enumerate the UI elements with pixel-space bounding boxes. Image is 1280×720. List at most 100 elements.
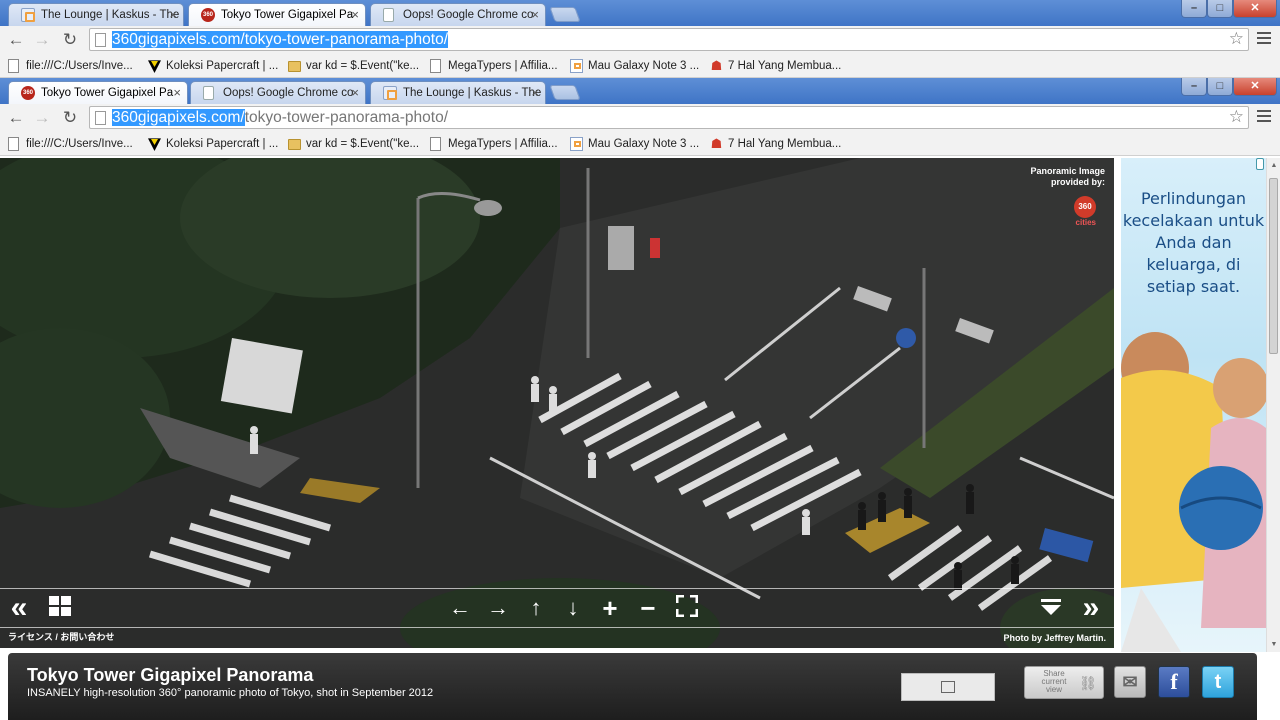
tab-kaskus[interactable]: The Lounge | Kaskus - The × bbox=[370, 81, 546, 104]
person-icon: ☗ bbox=[710, 136, 723, 151]
close-window-button[interactable]: ✕ bbox=[1233, 0, 1277, 18]
zoom-in-icon[interactable]: + bbox=[598, 595, 622, 621]
email-share-icon[interactable]: ✉ bbox=[1114, 666, 1146, 698]
url-text[interactable]: 360gigapixels.com/tokyo-tower-panorama-p… bbox=[112, 30, 449, 50]
address-bar[interactable]: 360gigapixels.com/tokyo-tower-panorama-p… bbox=[89, 106, 1249, 129]
bookmark-galaxy[interactable]: Mau Galaxy Note 3 ... bbox=[570, 136, 699, 152]
reload-icon[interactable]: ↻ bbox=[60, 30, 80, 50]
bookmark-papercraft[interactable]: Koleksi Papercraft | ... bbox=[148, 136, 278, 152]
panorama-viewer[interactable]: Panoramic Image provided by: 360 cities … bbox=[0, 158, 1114, 648]
close-icon[interactable]: × bbox=[169, 4, 177, 26]
tab-tokyo-tower[interactable]: 360 Tokyo Tower Gigapixel Pa × bbox=[188, 3, 366, 26]
kaskus-icon bbox=[570, 137, 583, 151]
close-icon[interactable]: × bbox=[531, 82, 539, 104]
tab-oops-chrome[interactable]: Oops! Google Chrome co × bbox=[370, 3, 546, 26]
panorama-info-bar: Tokyo Tower Gigapixel Panorama INSANELY … bbox=[8, 653, 1257, 720]
close-icon[interactable]: × bbox=[173, 82, 181, 104]
url-selected: 360gigapixels.com/tokyo-tower-panorama-p… bbox=[112, 31, 449, 48]
person-icon: ☗ bbox=[710, 58, 723, 73]
back-arrow-icon[interactable]: ← bbox=[6, 108, 26, 128]
bookmarks-bar: file:///C:/Users/Inve... Koleksi Papercr… bbox=[0, 132, 1280, 156]
panorama-image[interactable] bbox=[0, 158, 1114, 648]
bookmark-label: 7 Hal Yang Membua... bbox=[728, 60, 842, 72]
bookmark-papercraft[interactable]: Koleksi Papercraft | ... bbox=[148, 58, 278, 74]
bookmark-7-hal[interactable]: ☗ 7 Hal Yang Membua... bbox=[710, 58, 842, 74]
forward-arrow-icon[interactable]: → bbox=[32, 30, 52, 50]
bookmark-file[interactable]: file:///C:/Users/Inve... bbox=[8, 58, 133, 74]
maximize-button[interactable]: □ bbox=[1207, 78, 1233, 96]
page-title: Tokyo Tower Gigapixel Panorama bbox=[27, 665, 314, 685]
forward-icon[interactable]: » bbox=[1076, 593, 1106, 623]
bookmark-megatypers[interactable]: MegaTypers | Affilia... bbox=[430, 58, 558, 74]
bookmark-file[interactable]: file:///C:/Users/Inve... bbox=[8, 136, 133, 152]
kaskus-favicon-icon bbox=[383, 86, 397, 100]
url-selected: 360gigapixels.com/ bbox=[112, 109, 245, 126]
bookmark-var-kd[interactable]: var kd = $.Event("ke... bbox=[288, 58, 419, 74]
info-image-button[interactable] bbox=[901, 673, 995, 701]
close-icon[interactable]: × bbox=[531, 4, 539, 26]
ad-scrollbar[interactable]: ▲ ▼ bbox=[1266, 158, 1280, 652]
page-icon bbox=[430, 59, 441, 73]
tab-label: The Lounge | Kaskus - The bbox=[41, 9, 180, 21]
tab-tokyo-tower[interactable]: 360 Tokyo Tower Gigapixel Pa × bbox=[8, 81, 188, 104]
share-view-button[interactable]: Share current view ⛓ bbox=[1024, 666, 1104, 699]
tab-strip: 360 Tokyo Tower Gigapixel Pa × Oops! Goo… bbox=[0, 78, 1280, 104]
viewer-controls: « ← → ↑ ↓ + − » bbox=[0, 588, 1114, 628]
tab-oops-chrome[interactable]: Oops! Google Chrome co × bbox=[190, 81, 366, 104]
tab-kaskus[interactable]: The Lounge | Kaskus - The × bbox=[8, 3, 184, 26]
bookmark-label: MegaTypers | Affilia... bbox=[448, 60, 558, 72]
pan-down-icon[interactable]: ↓ bbox=[561, 595, 585, 621]
new-tab-button[interactable] bbox=[549, 7, 581, 22]
page-subtitle: INSANELY high-resolution 360° panoramic … bbox=[27, 687, 434, 699]
hide-icon-graphic bbox=[1041, 599, 1061, 615]
bookmark-label: MegaTypers | Affilia... bbox=[448, 138, 558, 150]
360cities-favicon-icon: 360 bbox=[21, 86, 35, 100]
bookmark-var-kd[interactable]: var kd = $.Event("ke... bbox=[288, 136, 419, 152]
twitter-icon[interactable]: t bbox=[1202, 666, 1234, 698]
scroll-down-icon[interactable]: ▼ bbox=[1267, 641, 1280, 648]
facebook-icon[interactable]: f bbox=[1158, 666, 1190, 698]
360cities-logo-text: cities bbox=[1075, 218, 1096, 227]
page-icon bbox=[95, 111, 106, 125]
scroll-thumb[interactable] bbox=[1269, 178, 1278, 354]
maximize-button[interactable]: □ bbox=[1207, 0, 1233, 18]
folder-icon bbox=[288, 139, 301, 150]
scroll-up-icon[interactable]: ▲ bbox=[1267, 162, 1280, 169]
tab-strip: The Lounge | Kaskus - The × 360 Tokyo To… bbox=[0, 0, 1280, 26]
back-arrow-icon[interactable]: ← bbox=[6, 30, 26, 50]
grid-icon[interactable] bbox=[48, 595, 74, 621]
rewind-icon[interactable]: « bbox=[4, 593, 34, 623]
zoom-out-icon[interactable]: − bbox=[636, 595, 660, 621]
hide-controls-icon[interactable] bbox=[1040, 595, 1064, 621]
advertisement-banner[interactable]: Perlindungan kecelakaan untuk Anda dan k… bbox=[1121, 158, 1266, 652]
browser-toolbar: ← → ↻ 360gigapixels.com/tokyo-tower-pano… bbox=[0, 26, 1280, 54]
reload-icon[interactable]: ↻ bbox=[60, 108, 80, 128]
bookmark-7-hal[interactable]: ☗ 7 Hal Yang Membua... bbox=[710, 136, 842, 152]
bookmark-megatypers[interactable]: MegaTypers | Affilia... bbox=[430, 136, 558, 152]
pan-up-icon[interactable]: ↑ bbox=[524, 595, 548, 621]
bookmark-galaxy[interactable]: Mau Galaxy Note 3 ... bbox=[570, 58, 699, 74]
chrome-menu-icon[interactable] bbox=[1257, 110, 1271, 122]
license-link[interactable]: ライセンス / お問い合わせ bbox=[8, 630, 114, 643]
close-icon[interactable]: × bbox=[351, 82, 359, 104]
ad-family-image bbox=[1121, 332, 1266, 652]
bookmarks-bar: file:///C:/Users/Inve... Koleksi Papercr… bbox=[0, 54, 1280, 78]
close-window-button[interactable]: ✕ bbox=[1233, 78, 1277, 96]
bookmark-star-icon[interactable]: ☆ bbox=[1229, 29, 1244, 49]
address-bar[interactable]: 360gigapixels.com/tokyo-tower-panorama-p… bbox=[89, 28, 1249, 51]
pan-right-icon[interactable]: → bbox=[486, 595, 510, 621]
bookmark-label: Koleksi Papercraft | ... bbox=[166, 60, 279, 72]
360cities-logo[interactable]: 360 bbox=[1074, 196, 1096, 218]
fullscreen-icon[interactable] bbox=[676, 595, 700, 621]
pan-left-icon[interactable]: ← bbox=[448, 595, 472, 621]
chrome-menu-icon[interactable] bbox=[1257, 32, 1271, 44]
minimize-button[interactable]: – bbox=[1181, 78, 1207, 96]
close-icon[interactable]: × bbox=[351, 4, 359, 26]
new-tab-button[interactable] bbox=[549, 85, 581, 100]
url-text[interactable]: 360gigapixels.com/tokyo-tower-panorama-p… bbox=[112, 108, 448, 128]
forward-arrow-icon[interactable]: → bbox=[32, 108, 52, 128]
bookmark-star-icon[interactable]: ☆ bbox=[1229, 107, 1244, 127]
grid-icon-graphic bbox=[49, 596, 71, 616]
minimize-button[interactable]: – bbox=[1181, 0, 1207, 18]
tab-label: Tokyo Tower Gigapixel Pa bbox=[41, 87, 174, 99]
